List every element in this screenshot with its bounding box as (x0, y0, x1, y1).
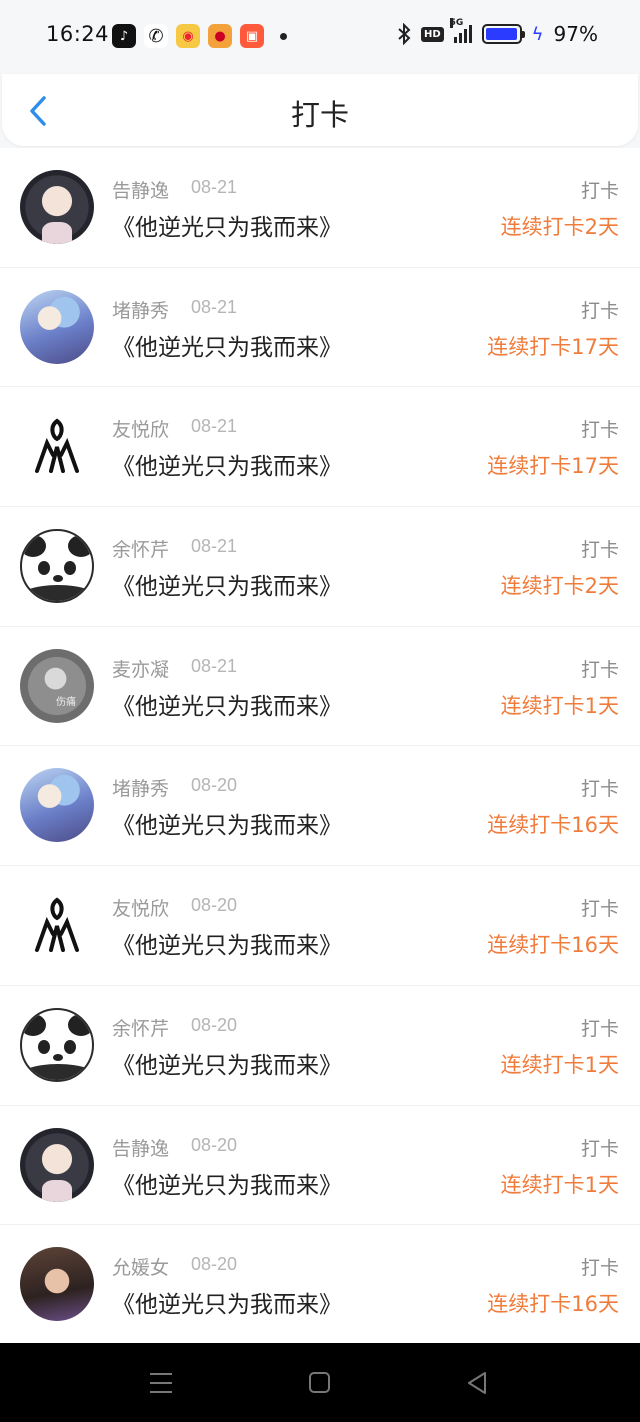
user-name[interactable]: 告静逸 (112, 1134, 169, 1161)
book-title[interactable]: 《他逆光只为我而来》 (112, 1285, 342, 1319)
checkin-date: 08-21 (191, 655, 238, 676)
streak-label: 连续打卡16天 (487, 813, 619, 838)
network-type: 5G (449, 18, 464, 28)
user-name[interactable]: 堵静秀 (112, 774, 169, 801)
battery-icon (481, 24, 525, 44)
nav-bar: 打卡 (2, 74, 638, 146)
checkin-row[interactable]: 余怀芹 08-21 《他逆光只为我而来》 打卡连续打卡2天 (0, 507, 640, 627)
pumpkin-app-icon: ● (208, 24, 232, 48)
battery-level (485, 28, 517, 40)
checkin-action-label: 打卡 (580, 419, 619, 442)
checkin-action-label: 打卡 (580, 539, 619, 562)
checkin-date: 08-21 (191, 416, 238, 437)
checkin-row[interactable]: 允媛女 08-20 《他逆光只为我而来》 打卡连续打卡16天 (0, 1225, 640, 1345)
user-name[interactable]: 友悦欣 (112, 894, 169, 921)
checkin-row[interactable]: 堵静秀 08-21 《他逆光只为我而来》 打卡连续打卡17天 (0, 268, 640, 388)
book-title[interactable]: 《他逆光只为我而来》 (112, 926, 342, 960)
logo-mark-icon (35, 897, 79, 953)
checkin-action-label: 打卡 (580, 1257, 619, 1280)
checkin-date: 08-21 (191, 536, 238, 557)
book-title[interactable]: 《他逆光只为我而来》 (112, 1166, 342, 1200)
user-name[interactable]: 堵静秀 (112, 296, 169, 323)
user-name[interactable]: 友悦欣 (112, 415, 169, 442)
page-title: 打卡 (290, 98, 349, 132)
checkin-row[interactable]: 堵静秀 08-20 《他逆光只为我而来》 打卡连续打卡16天 (0, 746, 640, 867)
charging-icon: ϟ (531, 23, 544, 45)
streak-label: 连续打卡2天 (500, 574, 619, 599)
checkin-row[interactable]: 告静逸 08-21 《他逆光只为我而来》 打卡连续打卡2天 (0, 148, 640, 268)
user-name[interactable]: 允媛女 (112, 1253, 169, 1280)
checkin-action-label: 打卡 (580, 180, 619, 202)
avatar[interactable] (20, 888, 94, 963)
book-title[interactable]: 《他逆光只为我而来》 (112, 1046, 342, 1080)
streak-label: 连续打卡1天 (500, 693, 619, 718)
avatar[interactable] (20, 529, 94, 604)
avatar[interactable] (20, 1247, 94, 1322)
checkin-date: 08-20 (191, 775, 238, 796)
home-button[interactable] (309, 1372, 330, 1393)
wechat-icon: ✆ (144, 24, 168, 48)
avatar[interactable] (20, 1127, 94, 1202)
book-title[interactable]: 《他逆光只为我而来》 (112, 567, 342, 601)
more-notifications-dot (280, 32, 287, 40)
battery-percent: 97% (553, 22, 598, 46)
tiktok-icon: ♪ (112, 24, 136, 48)
user-name[interactable]: 余怀芹 (112, 535, 169, 562)
avatar[interactable] (20, 768, 94, 843)
status-time: 16:24 (46, 22, 110, 46)
weibo-icon: ◉ (176, 24, 200, 48)
logo-mark-icon (35, 418, 79, 474)
avatar[interactable] (20, 648, 94, 723)
checkin-date: 08-21 (191, 296, 238, 317)
shopping-app-icon: ▣ (240, 24, 264, 48)
hd-badge: HD (421, 26, 444, 42)
avatar[interactable] (20, 1007, 94, 1082)
avatar[interactable] (20, 409, 94, 484)
checkin-date: 08-20 (191, 1134, 238, 1155)
checkin-row[interactable]: 麦亦凝 08-21 《他逆光只为我而来》 打卡连续打卡1天 (0, 627, 640, 747)
book-title[interactable]: 《他逆光只为我而来》 (112, 806, 342, 840)
checkin-row[interactable]: 余怀芹 08-20 《他逆光只为我而来》 打卡连续打卡1天 (0, 986, 640, 1106)
notification-icons: ♪ ✆ ◉ ● ▣ (112, 24, 287, 48)
checkin-row[interactable]: 友悦欣 08-21 《他逆光只为我而来》 打卡连续打卡17天 (0, 387, 640, 508)
checkin-action-label: 打卡 (580, 1137, 619, 1160)
checkin-action-label: 打卡 (580, 299, 619, 322)
status-indicators: HD 5G ϟ 97% (397, 18, 598, 46)
checkin-date: 08-20 (191, 1254, 238, 1275)
checkin-date: 08-20 (191, 895, 238, 916)
book-title[interactable]: 《他逆光只为我而来》 (112, 208, 342, 242)
avatar[interactable] (20, 170, 94, 244)
streak-label: 连续打卡1天 (500, 1172, 619, 1197)
streak-label: 连续打卡1天 (500, 1052, 619, 1077)
checkin-list: 告静逸 08-21 《他逆光只为我而来》 打卡 连续打卡2天 堵静秀 08-21 《他逆光只为… (0, 148, 640, 1345)
streak-label: 连续打卡17天 (487, 334, 619, 359)
book-title[interactable]: 《他逆光只为我而来》 (112, 447, 342, 481)
book-title[interactable]: 《他逆光只为我而来》 (112, 328, 342, 362)
user-name[interactable]: 余怀芹 (112, 1014, 169, 1041)
status-bar: 16:24 ♪ ✆ ◉ ● ▣ HD 5G ϟ 97% (0, 0, 640, 72)
signal-icon: 5G (449, 18, 472, 43)
checkin-row[interactable]: 告静逸 08-20 《他逆光只为我而来》 打卡连续打卡1天 (0, 1106, 640, 1226)
avatar[interactable] (20, 289, 94, 364)
checkin-date: 08-21 (191, 177, 238, 197)
checkin-action-label: 打卡 (580, 778, 619, 801)
checkin-row[interactable]: 友悦欣 08-20 《他逆光只为我而来》 打卡连续打卡16天 (0, 866, 640, 986)
user-name[interactable]: 麦亦凝 (112, 655, 169, 682)
streak-label: 连续打卡17天 (487, 454, 619, 479)
checkin-action-label: 打卡 (580, 658, 619, 681)
user-name[interactable]: 告静逸 (112, 176, 169, 203)
bluetooth-icon (398, 23, 411, 45)
streak-label: 连续打卡16天 (487, 1292, 619, 1317)
system-back-button[interactable] (466, 1371, 488, 1395)
recent-apps-button[interactable] (150, 1373, 172, 1400)
checkin-action-label: 打卡 (580, 1017, 619, 1040)
system-nav-bar (0, 1343, 640, 1422)
book-title[interactable]: 《他逆光只为我而来》 (112, 687, 342, 721)
checkin-date: 08-20 (191, 1014, 238, 1035)
streak-label: 连续打卡2天 (500, 215, 619, 239)
streak-label: 连续打卡16天 (487, 933, 619, 958)
checkin-action-label: 打卡 (580, 898, 619, 921)
